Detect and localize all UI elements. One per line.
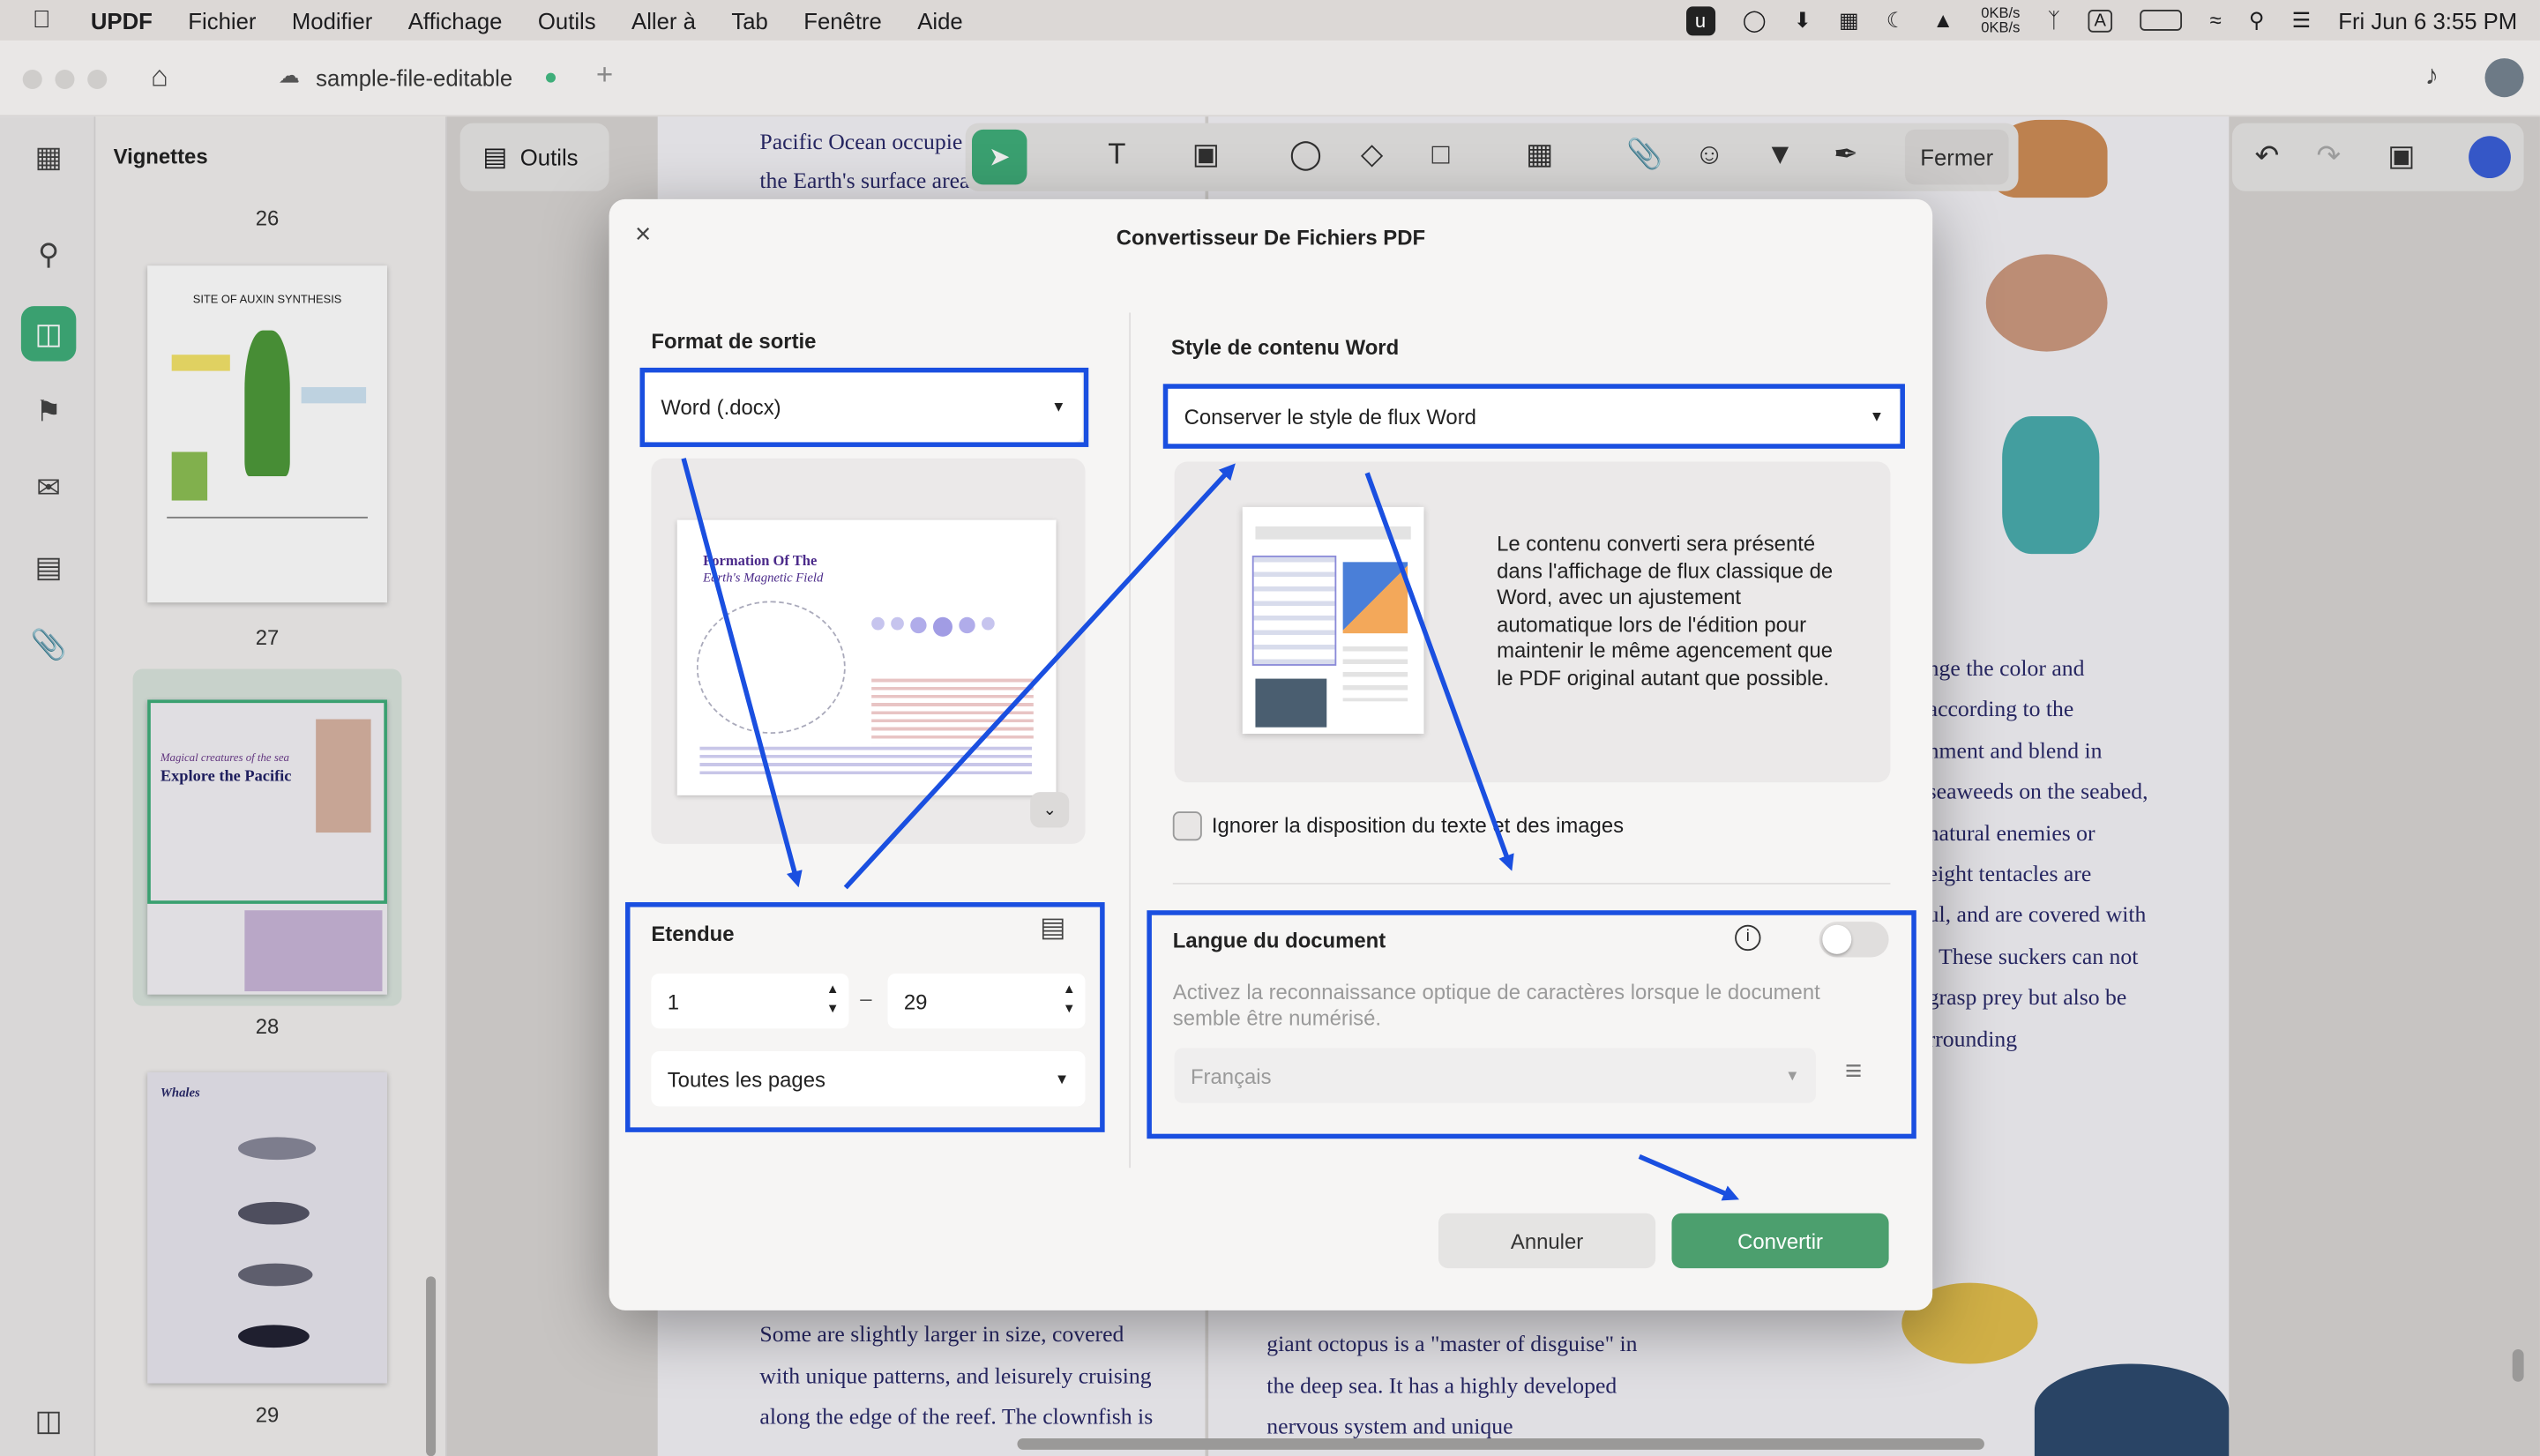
preview-title-1: Formation Of The [703,552,818,569]
menu-modifier[interactable]: Modifier [292,7,372,33]
menu-app[interactable]: UPDF [91,7,153,33]
tab-saved-dot [545,72,556,83]
menu-aller[interactable]: Aller à [631,7,696,33]
control-center-icon[interactable]: ☰ [2292,7,2311,33]
network-speed: 0KB/s 0KB/s [1981,4,2021,35]
menu-fenetre[interactable]: Fenêtre [803,7,882,33]
wifi-icon[interactable]: ≈ [2210,8,2222,33]
bluetooth-icon[interactable]: ᛉ [2048,8,2060,33]
illus-lines [1342,646,1408,702]
highlight-range [624,902,1105,1132]
menu-tab[interactable]: Tab [731,7,767,33]
home-icon[interactable]: ⌂ [151,60,168,94]
preview-text-lines [871,678,1034,744]
keyboard-input-icon[interactable]: A [2088,9,2113,32]
word-style-preview: Le contenu converti sera présenté dans l… [1174,461,1891,783]
avatar[interactable] [2484,58,2524,98]
cat-icon[interactable]: ▲ [1932,8,1954,33]
format-preview: Formation Of The Earth's Magnetic Field … [651,458,1086,844]
apple-menu-icon[interactable]:  [33,6,65,34]
window-close-button[interactable] [22,69,42,90]
window-titlebar: ⌂ ☁ sample-file-editable + ♪ [0,40,2540,117]
download-icon[interactable]: ⬇ [1794,7,1812,33]
highlight-format [639,367,1089,447]
ignore-layout-checkbox[interactable] [1172,811,1202,841]
document-tab[interactable]: sample-file-editable [316,64,512,90]
cancel-button[interactable]: Annuler [1438,1213,1656,1269]
new-tab-button[interactable]: + [596,58,613,93]
section-divider [1172,883,1891,885]
menu-fichier[interactable]: Fichier [188,7,256,33]
circle-row [871,616,1025,637]
window-minimize-button[interactable] [55,69,75,90]
moon-icon[interactable]: ☾ [1886,7,1905,33]
pdf-converter-dialog: × Convertisseur De Fichiers PDF Format d… [609,198,1933,1310]
drive-icon[interactable]: ◯ [1743,7,1767,33]
clock[interactable]: Fri Jun 6 3:55 PM [2338,7,2517,33]
spotlight-search-icon[interactable]: ⚲ [2249,7,2265,33]
magnetic-field-diagram [696,601,846,735]
preview-title-2: Earth's Magnetic Field [703,570,824,586]
illus-bar [1255,526,1411,540]
ignore-layout-label: Ignorer la disposition du texte et des i… [1211,813,1625,838]
illus-image [1342,562,1408,634]
menu-aide[interactable]: Aide [917,7,962,33]
output-format-label: Format de sortie [651,328,817,354]
bell-icon[interactable]: ♪ [2425,60,2439,93]
updf-status-icon[interactable]: u [1685,5,1715,35]
expand-preview-button[interactable]: ⌄ [1030,792,1070,828]
grid-app-icon[interactable]: ▦ [1839,7,1859,33]
illus-selected-block [1251,555,1337,666]
illus-building [1255,678,1327,728]
cloud-icon: ☁ [278,63,300,88]
menu-bar:  UPDF Fichier Modifier Affichage Outils… [0,0,2540,41]
word-style-description: Le contenu converti sera présenté dans l… [1497,531,1834,690]
menu-affichage[interactable]: Affichage [408,7,503,33]
highlight-language [1147,910,1916,1139]
flow-layout-illustration [1242,506,1424,735]
convert-button[interactable]: Convertir [1671,1213,1889,1269]
column-divider [1129,312,1132,1169]
window-zoom-button[interactable] [87,69,108,90]
battery-icon[interactable] [2140,10,2183,31]
word-style-label: Style de contenu Word [1170,335,1400,360]
menu-outils[interactable]: Outils [538,7,596,33]
preview-page: Formation Of The Earth's Magnetic Field [676,519,1057,795]
dialog-title: Convertisseur De Fichiers PDF [1116,225,1426,250]
preview-text-lines [699,746,1032,780]
highlight-word-style [1162,384,1905,449]
